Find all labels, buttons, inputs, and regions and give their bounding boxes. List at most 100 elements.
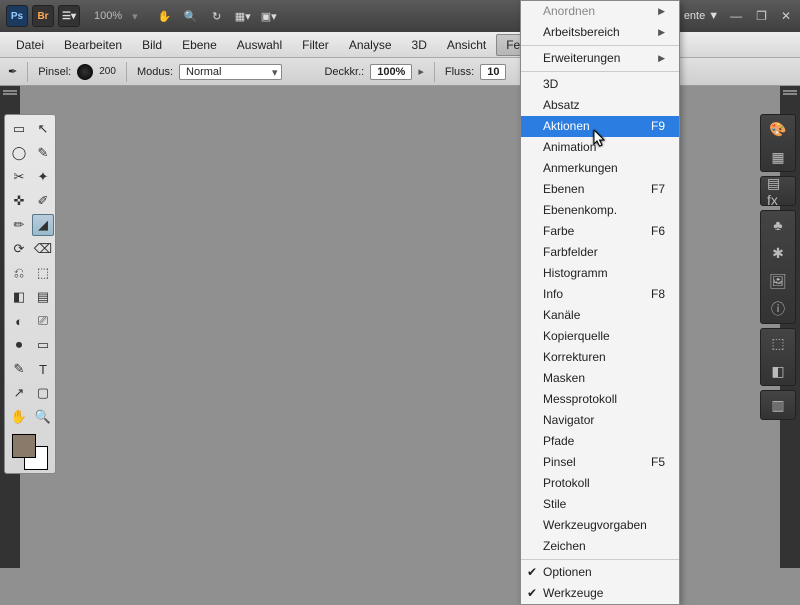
menu-item-anordnen: Anordnen▶: [521, 1, 679, 22]
options-bar: ✒ Pinsel: 200 Modus: Normal Deckkr.: 100…: [0, 58, 800, 86]
menu-item-protokoll[interactable]: Protokoll: [521, 473, 679, 494]
menu-item-farbe[interactable]: FarbeF6: [521, 221, 679, 242]
brush-tool-icon: ✒: [8, 65, 17, 78]
menu-auswahl[interactable]: Auswahl: [227, 34, 292, 56]
dock-icon[interactable]: ♣: [767, 214, 789, 236]
dock-icon[interactable]: ▥: [767, 394, 789, 416]
screen-mode-icon[interactable]: ▣▾: [258, 5, 280, 27]
menu-item-pfade[interactable]: Pfade: [521, 431, 679, 452]
tool-12[interactable]: ⎌: [8, 262, 30, 284]
panel-dock: 🎨 ▦ ▤ fx ♣ ✱ 🖼 ⓘ ⬚ ◧ ▥: [760, 114, 796, 420]
tool-1[interactable]: ↖: [32, 118, 54, 140]
tool-17[interactable]: ⎚: [32, 310, 54, 332]
photoshop-icon[interactable]: Ps: [6, 5, 28, 27]
zoom-level[interactable]: 100%: [94, 10, 122, 22]
menu-item-optionen[interactable]: ✔Optionen: [521, 562, 679, 583]
menu-item-masken[interactable]: Masken: [521, 368, 679, 389]
menu-bild[interactable]: Bild: [132, 34, 172, 56]
tool-4[interactable]: ✂: [8, 166, 30, 188]
tool-20[interactable]: ✎: [8, 358, 30, 380]
tool-7[interactable]: ✐: [32, 190, 54, 212]
tool-16[interactable]: ◐: [8, 310, 30, 332]
tool-15[interactable]: ▤: [32, 286, 54, 308]
bridge-icon[interactable]: Br: [32, 5, 54, 27]
toolbox: ▭↖◯✎✂✦✜✐✏◢⟳⌫⎌⬚◧▤◐⎚⏺▭✎T↗▢✋🔍: [4, 114, 56, 474]
menu-item-stile[interactable]: Stile: [521, 494, 679, 515]
brush-size-value[interactable]: 200: [99, 66, 116, 77]
hand-tool-icon[interactable]: ✋: [154, 5, 176, 27]
menu-item-3d[interactable]: 3D: [521, 74, 679, 95]
menu-item-werkzeuge[interactable]: ✔Werkzeuge: [521, 583, 679, 604]
menu-item-kan-le[interactable]: Kanäle: [521, 305, 679, 326]
menu-item-zeichen[interactable]: Zeichen: [521, 536, 679, 557]
tool-13[interactable]: ⬚: [32, 262, 54, 284]
menu-item-werkzeugvorgaben[interactable]: Werkzeugvorgaben: [521, 515, 679, 536]
tool-23[interactable]: ▢: [32, 382, 54, 404]
zoom-tool-icon[interactable]: 🔍: [180, 5, 202, 27]
tool-25[interactable]: 🔍: [32, 406, 54, 428]
menu-item-info[interactable]: InfoF8: [521, 284, 679, 305]
dock-icon[interactable]: 🖼: [767, 270, 789, 292]
rotate-view-icon[interactable]: ↻: [206, 5, 228, 27]
menu-item-anmerkungen[interactable]: Anmerkungen: [521, 158, 679, 179]
dock-icon[interactable]: ✱: [767, 242, 789, 264]
tool-22[interactable]: ↗: [8, 382, 30, 404]
tool-21[interactable]: T: [32, 358, 54, 380]
dock-group-2: ♣ ✱ 🖼 ⓘ: [760, 210, 796, 324]
tool-9[interactable]: ◢: [32, 214, 54, 236]
menu-item-ebenen[interactable]: EbenenF7: [521, 179, 679, 200]
menu-ebene[interactable]: Ebene: [172, 34, 227, 56]
menu-item-absatz[interactable]: Absatz: [521, 95, 679, 116]
tool-8[interactable]: ✏: [8, 214, 30, 236]
dock-icon[interactable]: ⬚: [767, 332, 789, 354]
arrange-docs-icon[interactable]: ▦▾: [232, 5, 254, 27]
dock-icon[interactable]: ▤ fx: [767, 180, 789, 202]
dock-icon[interactable]: 🎨: [767, 118, 789, 140]
foreground-color-swatch[interactable]: [12, 434, 36, 458]
tool-0[interactable]: ▭: [8, 118, 30, 140]
tool-3[interactable]: ✎: [32, 142, 54, 164]
blend-mode-select[interactable]: Normal: [179, 64, 282, 80]
menu-bar: DateiBearbeitenBildEbeneAuswahlFilterAna…: [0, 32, 800, 58]
menu-item-messprotokoll[interactable]: Messprotokoll: [521, 389, 679, 410]
mini-bridge-icon[interactable]: ☰▾: [58, 5, 80, 27]
restore-button[interactable]: ❐: [753, 9, 770, 23]
menu-item-pinsel[interactable]: PinselF5: [521, 452, 679, 473]
workspace-switcher[interactable]: ente ▼: [684, 10, 719, 22]
menu-item-histogramm[interactable]: Histogramm: [521, 263, 679, 284]
menu-analyse[interactable]: Analyse: [339, 34, 402, 56]
dock-icon[interactable]: ◧: [767, 360, 789, 382]
tool-14[interactable]: ◧: [8, 286, 30, 308]
tool-5[interactable]: ✦: [32, 166, 54, 188]
opacity-value[interactable]: 100%: [370, 64, 412, 80]
brush-label: Pinsel:: [38, 66, 71, 78]
color-swatches[interactable]: [8, 430, 54, 470]
menu-ansicht[interactable]: Ansicht: [437, 34, 496, 56]
menu-item-korrekturen[interactable]: Korrekturen: [521, 347, 679, 368]
tool-2[interactable]: ◯: [8, 142, 30, 164]
menu-datei[interactable]: Datei: [6, 34, 54, 56]
menu-bearbeiten[interactable]: Bearbeiten: [54, 34, 132, 56]
dock-icon[interactable]: ⓘ: [767, 298, 789, 320]
menu-item-arbeitsbereich[interactable]: Arbeitsbereich▶: [521, 22, 679, 43]
tool-10[interactable]: ⟳: [8, 238, 30, 260]
brush-preview-icon[interactable]: [77, 64, 93, 80]
menu-item-erweiterungen[interactable]: Erweiterungen▶: [521, 48, 679, 69]
tool-6[interactable]: ✜: [8, 190, 30, 212]
close-button[interactable]: ✕: [778, 9, 794, 23]
menu-item-kopierquelle[interactable]: Kopierquelle: [521, 326, 679, 347]
dock-icon[interactable]: ▦: [767, 146, 789, 168]
menu-item-ebenenkomp-[interactable]: Ebenenkomp.: [521, 200, 679, 221]
tool-24[interactable]: ✋: [8, 406, 30, 428]
menu-filter[interactable]: Filter: [292, 34, 339, 56]
flow-label: Fluss:: [445, 66, 474, 78]
minimize-button[interactable]: —: [727, 9, 745, 23]
tool-19[interactable]: ▭: [32, 334, 54, 356]
opacity-label: Deckkr.:: [324, 66, 364, 78]
tool-11[interactable]: ⌫: [32, 238, 54, 260]
tool-18[interactable]: ⏺: [8, 334, 30, 356]
menu-item-farbfelder[interactable]: Farbfelder: [521, 242, 679, 263]
menu-3d[interactable]: 3D: [402, 34, 437, 56]
menu-item-navigator[interactable]: Navigator: [521, 410, 679, 431]
flow-value[interactable]: 10: [480, 64, 506, 80]
